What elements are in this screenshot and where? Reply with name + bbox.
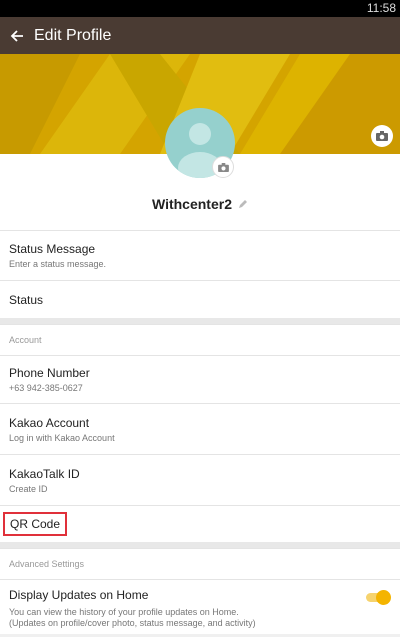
qr-code-row[interactable]: QR Code (0, 505, 400, 542)
display-updates-desc-2: (Updates on profile/cover photo, status … (9, 618, 256, 628)
display-updates-title: Display Updates on Home (9, 588, 149, 602)
status-title: Status (9, 292, 44, 307)
kakao-account-row[interactable]: Kakao Account Log in with Kakao Account (0, 403, 400, 454)
advanced-settings-header: Advanced Settings (0, 548, 400, 579)
phone-number-title: Phone Number (9, 366, 90, 380)
camera-icon (217, 162, 229, 172)
display-updates-row[interactable]: Display Updates on Home You can view the… (0, 579, 400, 634)
status-bar: 11:58 (0, 0, 400, 17)
arrow-back-icon (10, 29, 23, 42)
status-message-title: Status Message (9, 242, 96, 256)
status-row[interactable]: Status (0, 280, 400, 318)
app-bar: Edit Profile (0, 17, 400, 54)
qr-code-title: QR Code (3, 512, 68, 536)
pencil-icon[interactable] (238, 199, 248, 209)
kakaotalk-id-title: KakaoTalk ID (9, 466, 80, 481)
avatar-camera-button[interactable] (212, 156, 234, 178)
page-title: Edit Profile (34, 26, 112, 44)
display-updates-toggle[interactable] (366, 590, 391, 605)
kakaotalk-id-subtitle: Create ID (9, 483, 48, 494)
profile-card: Withcenter2 (0, 108, 400, 230)
phone-number-value: +63 942-385-0627 (9, 383, 83, 393)
status-time: 11:58 (366, 1, 396, 15)
camera-icon (376, 131, 388, 141)
cover-camera-button[interactable] (371, 125, 393, 147)
kakao-account-subtitle: Log in with Kakao Account (9, 432, 115, 443)
profile-name-row: Withcenter2 (0, 196, 400, 212)
display-updates-desc-1: You can view the history of your profile… (9, 607, 239, 617)
toggle-knob (376, 590, 391, 605)
status-message-subtitle: Enter a status message. (9, 259, 107, 269)
account-section-header: Account (0, 324, 400, 355)
kakao-account-title: Kakao Account (9, 415, 90, 430)
kakaotalk-id-row[interactable]: KakaoTalk ID Create ID (0, 454, 400, 505)
status-message-row[interactable]: Status Message Enter a status message. (0, 230, 400, 280)
phone-number-row[interactable]: Phone Number +63 942-385-0627 (0, 355, 400, 403)
back-button[interactable] (0, 17, 34, 54)
profile-name: Withcenter2 (151, 196, 232, 212)
